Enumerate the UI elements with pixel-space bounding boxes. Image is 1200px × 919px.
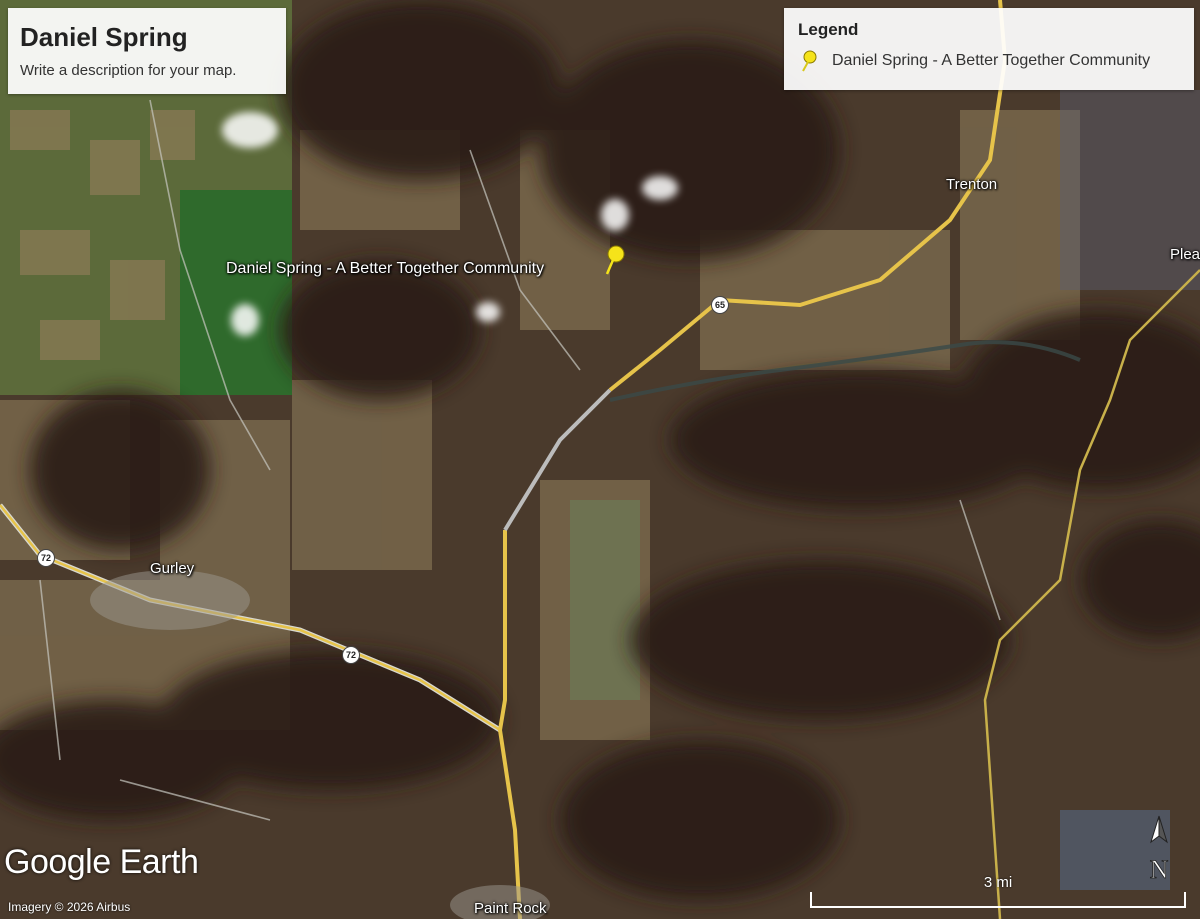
- yellow-pushpin-icon: [802, 50, 817, 72]
- scale-label: 3 mi: [983, 874, 1013, 891]
- route-shield-72: 72: [342, 646, 360, 664]
- legend-item-label: Daniel Spring - A Better Together Commun…: [832, 52, 1151, 69]
- map-title: Daniel Spring: [20, 22, 188, 52]
- north-arrow-icon[interactable]: N: [1142, 814, 1176, 886]
- place-label-gurley: Gurley: [150, 560, 195, 577]
- legend-item[interactable]: Daniel Spring - A Better Together Commun…: [798, 50, 1180, 72]
- satellite-map[interactable]: [0, 0, 1200, 919]
- scale-bar: 3 mi: [808, 870, 1188, 914]
- place-label-plea: Plea: [1170, 246, 1200, 263]
- route-shield-72: 72: [37, 549, 55, 567]
- imagery-copyright: Imagery © 2026 Airbus: [8, 900, 131, 914]
- route-shield-65: 65: [711, 296, 729, 314]
- place-label-trenton: Trenton: [946, 176, 998, 193]
- map-title-panel: Daniel Spring Write a description for yo…: [8, 8, 286, 94]
- legend-panel: Legend Daniel Spring - A Better Together…: [784, 8, 1194, 90]
- google-earth-logo: Google Earth: [4, 843, 199, 881]
- place-label-paint-rock: Paint Rock: [474, 900, 547, 917]
- north-label: N: [1150, 855, 1169, 884]
- placemark-label[interactable]: Daniel Spring - A Better Together Commun…: [226, 260, 544, 278]
- legend-title: Legend: [798, 20, 859, 39]
- map-description: Write a description for your map.: [20, 62, 237, 79]
